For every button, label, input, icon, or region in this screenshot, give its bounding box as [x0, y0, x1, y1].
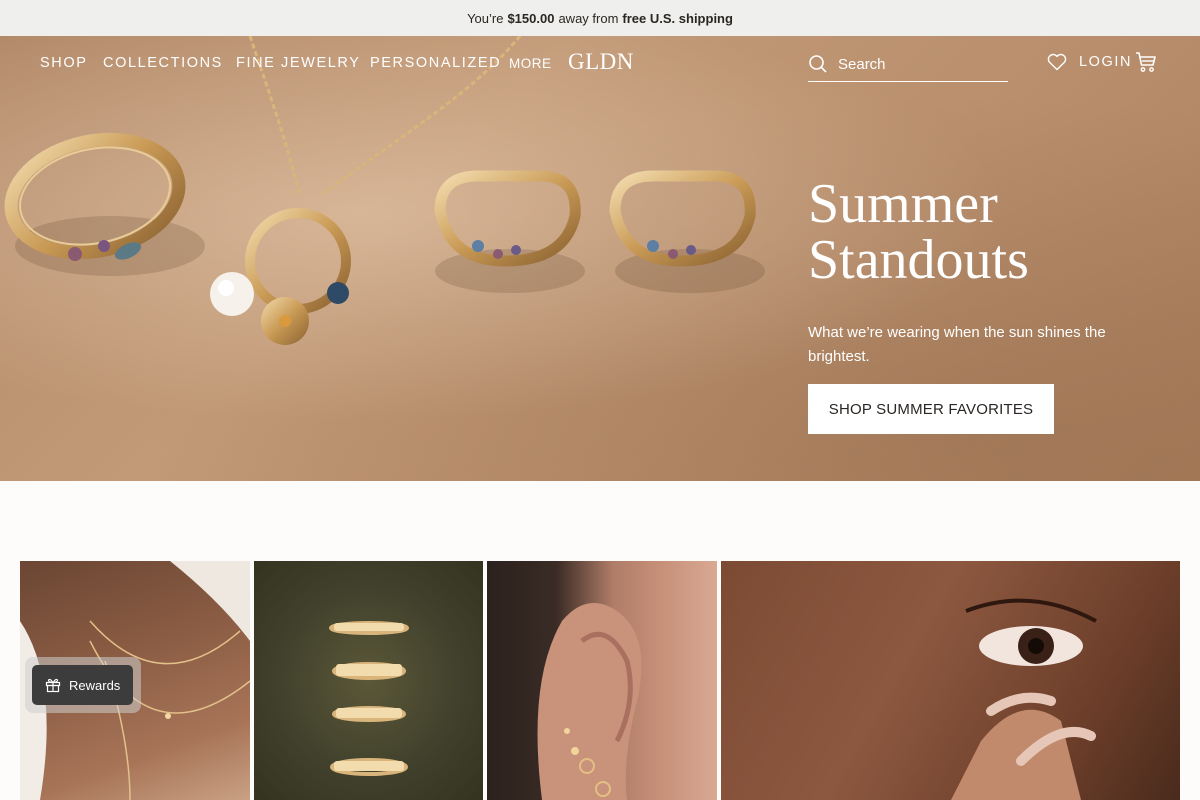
rewards-label: Rewards [69, 677, 121, 693]
hero-title-line2: Standouts [808, 229, 1029, 291]
hero-subtitle: What we’re wearing when the sun shines t… [808, 324, 1106, 365]
nav-fine-jewelry[interactable]: FINE JEWELRY [236, 55, 360, 71]
rewards-button[interactable]: Rewards [32, 665, 133, 705]
nav-more[interactable]: MORE [509, 56, 552, 71]
tile-ear-stack[interactable] [487, 561, 717, 800]
cart-icon [1136, 52, 1156, 72]
nav-shop[interactable]: SHOP [40, 55, 88, 71]
hero-banner[interactable]: Summer Standouts What we’re wearing when… [0, 36, 1200, 481]
login-link[interactable]: LOGIN [1079, 54, 1132, 70]
heart-icon [1047, 53, 1067, 71]
cart-button[interactable] [1134, 50, 1158, 74]
tile-engraved-rings[interactable] [254, 561, 483, 800]
search-box[interactable] [808, 47, 1008, 82]
face-closeup-photo [951, 598, 1097, 800]
main-nav: SHOP COLLECTIONS FINE JEWELRY PERSONALIZ… [0, 36, 1200, 88]
nav-collections[interactable]: COLLECTIONS [103, 55, 223, 71]
gldn-logo[interactable]: GLDN [568, 49, 634, 75]
nav-personalized[interactable]: PERSONALIZED [370, 55, 501, 71]
hero-title-line1: Summer [808, 173, 998, 235]
wishlist-button[interactable] [1047, 53, 1067, 71]
search-icon [809, 55, 827, 73]
tile-face-closeup[interactable] [721, 561, 1180, 800]
shop-summer-favorites-button[interactable]: SHOP SUMMER FAVORITES [808, 384, 1054, 434]
gift-icon [45, 678, 61, 693]
ear-stack-photo [537, 603, 642, 800]
announcement-amount: $150.00 [507, 10, 555, 26]
announcement-bar: You’re $150.00 away from free U.S. shipp… [0, 0, 1200, 36]
announcement-prefix: You’re [467, 10, 504, 26]
search-input[interactable] [838, 55, 998, 73]
announcement-middle: away from [558, 10, 619, 26]
announcement-highlight: free U.S. shipping [622, 10, 733, 26]
hero-title: Summer Standouts [808, 176, 1168, 288]
engraved-rings-photo [329, 621, 409, 776]
